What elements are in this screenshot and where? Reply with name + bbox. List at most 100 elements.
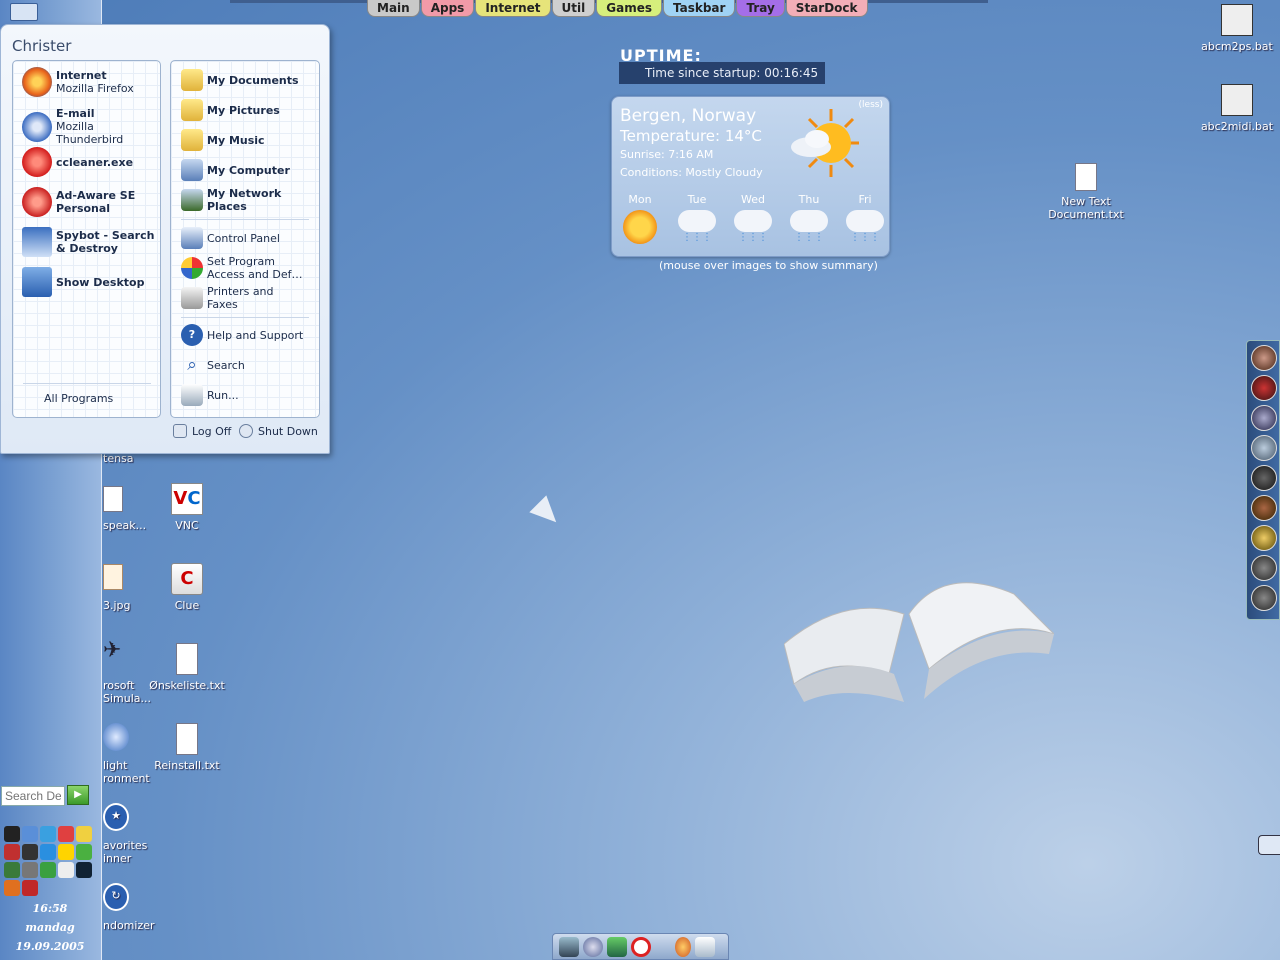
tray-icon[interactable] [76,844,92,860]
game-icon[interactable] [1251,345,1277,371]
game-icon[interactable] [1251,525,1277,551]
desktop-icon-partial[interactable]: ndomizer [103,919,155,932]
star-icon[interactable]: ★ [103,803,129,831]
tray-icon[interactable] [58,844,74,860]
game-icon[interactable] [1251,555,1277,581]
tray-icon[interactable] [40,844,56,860]
game-icon[interactable] [1251,495,1277,521]
tray-icon[interactable] [22,862,38,878]
users-icon[interactable] [607,936,627,957]
less-toggle[interactable]: (less) [859,100,883,110]
tray-icon[interactable] [4,880,20,896]
printers-faxes-item[interactable]: Printers and Faxes [181,285,274,311]
tray-icon[interactable] [76,826,92,842]
globe-icon[interactable] [103,723,129,751]
tray-icon[interactable] [58,862,74,878]
tray-icon[interactable] [40,826,56,842]
run-item[interactable]: Run... [181,384,239,406]
help-support-item[interactable]: ? Help and Support [181,324,303,346]
tray-icon[interactable] [22,880,38,896]
set-program-access-item[interactable]: Set Program Access and Def… [181,255,302,281]
desktop-icon-label: Reinstall.txt [154,759,220,772]
ccleaner-icon [22,147,52,177]
desktop-icon-partial[interactable]: speak... [103,519,146,532]
desktop-icon[interactable] [559,936,579,957]
control-panel-item[interactable]: Control Panel [181,227,280,249]
places-my-documents[interactable]: My Documents [181,69,299,91]
tab-games[interactable]: Games [596,0,662,17]
edge-toggle-button[interactable] [1258,835,1280,855]
desktop-icon-onskeliste[interactable]: Ønskeliste.txt [147,643,227,692]
airplane-icon[interactable]: ✈ [103,640,129,670]
window-icon[interactable] [695,936,715,957]
rain-cloud-icon[interactable] [846,210,884,232]
tab-main[interactable]: Main [367,0,420,17]
tab-apps[interactable]: Apps [420,0,475,17]
stop-icon[interactable] [631,936,651,957]
tray-icon[interactable] [22,844,38,860]
desktop-icon-partial[interactable]: 3.jpg [103,599,131,612]
text-file-icon [176,643,198,675]
rain-cloud-icon[interactable] [734,210,772,232]
pinned-item-internet[interactable]: Internet Mozilla Firefox [22,67,134,97]
places-my-music[interactable]: My Music [181,129,265,151]
desktop-icon-vnc[interactable]: VC VNC [147,483,227,532]
places-my-pictures[interactable]: My Pictures [181,99,280,121]
desktop-search-input[interactable] [1,786,65,806]
tab-internet[interactable]: Internet [475,0,551,17]
game-icon[interactable] [1251,435,1277,461]
pinned-item-adaware[interactable]: Ad-Aware SE Personal [22,187,135,217]
uptime-readout: Time since startup: 00:16:45 [619,62,825,84]
search-go-button[interactable]: ▶ [67,785,89,805]
desktop-icon-partial[interactable]: light ronment [103,759,150,785]
tray-icon[interactable] [22,826,38,842]
text-file-icon [1075,163,1097,191]
game-icon[interactable] [1251,405,1277,431]
desktop-icon-abc2midi[interactable]: abc2midi.bat [1197,84,1277,133]
windows-logo [784,582,1054,702]
divider [181,219,309,220]
desktop-icon-abcm2ps[interactable]: abcm2ps.bat [1197,4,1277,53]
document-icon[interactable] [103,486,123,512]
places-my-network[interactable]: My Network Places [181,187,281,213]
game-icon[interactable] [1251,585,1277,611]
desktop-icon-reinstall[interactable]: Reinstall.txt [147,723,227,772]
pinned-item-show-desktop[interactable]: Show Desktop [22,267,144,297]
log-off-button[interactable]: Log Off [173,424,231,438]
show-desktop-icon [22,267,52,297]
pinned-item-ccleaner[interactable]: ccleaner.exe [22,147,133,177]
desktop-icon-new-text-document[interactable]: New Text Document.txt [1046,163,1126,221]
game-icon[interactable] [1251,465,1277,491]
desktop-icon-clue[interactable]: C Clue [147,563,227,612]
divider [23,383,151,384]
tray-icon[interactable] [4,826,20,842]
media-icon[interactable] [583,936,603,957]
image-file-icon[interactable] [103,564,123,590]
sun-cloud-icon[interactable] [787,107,859,179]
sunny-icon[interactable] [623,210,657,244]
pinned-item-spybot[interactable]: Spybot - Search & Destroy [22,227,154,257]
rain-cloud-icon[interactable] [790,210,828,232]
desktop-icon-partial[interactable]: avorites inner [103,839,149,865]
randomizer-icon[interactable]: ↻ [103,883,129,911]
firefox-icon[interactable] [675,936,691,957]
tray-icon[interactable] [58,826,74,842]
game-icon[interactable] [1251,375,1277,401]
search-item[interactable]: ⌕ Search [181,354,245,376]
all-programs-button[interactable]: All Programs [44,392,113,405]
tab-util[interactable]: Util [551,0,596,17]
rain-cloud-icon[interactable] [678,210,716,232]
pinned-item-email[interactable]: E-mail Mozilla Thunderbird [22,107,160,146]
tray-icon[interactable] [76,862,92,878]
tab-stardock[interactable]: StarDock [785,0,868,17]
shut-down-button[interactable]: Shut Down [239,424,318,438]
dock-toggle-icon[interactable] [10,3,38,21]
tab-tray[interactable]: Tray [736,0,785,17]
weather-sunrise: Sunrise: 7:16 AM [620,148,714,161]
tray-icon[interactable] [4,844,20,860]
tray-icon[interactable] [4,862,20,878]
desktop-icon-partial[interactable]: rosoft Simula... [103,679,153,705]
tab-taskbar[interactable]: Taskbar [662,0,736,17]
tray-icon[interactable] [40,862,56,878]
places-my-computer[interactable]: My Computer [181,159,290,181]
